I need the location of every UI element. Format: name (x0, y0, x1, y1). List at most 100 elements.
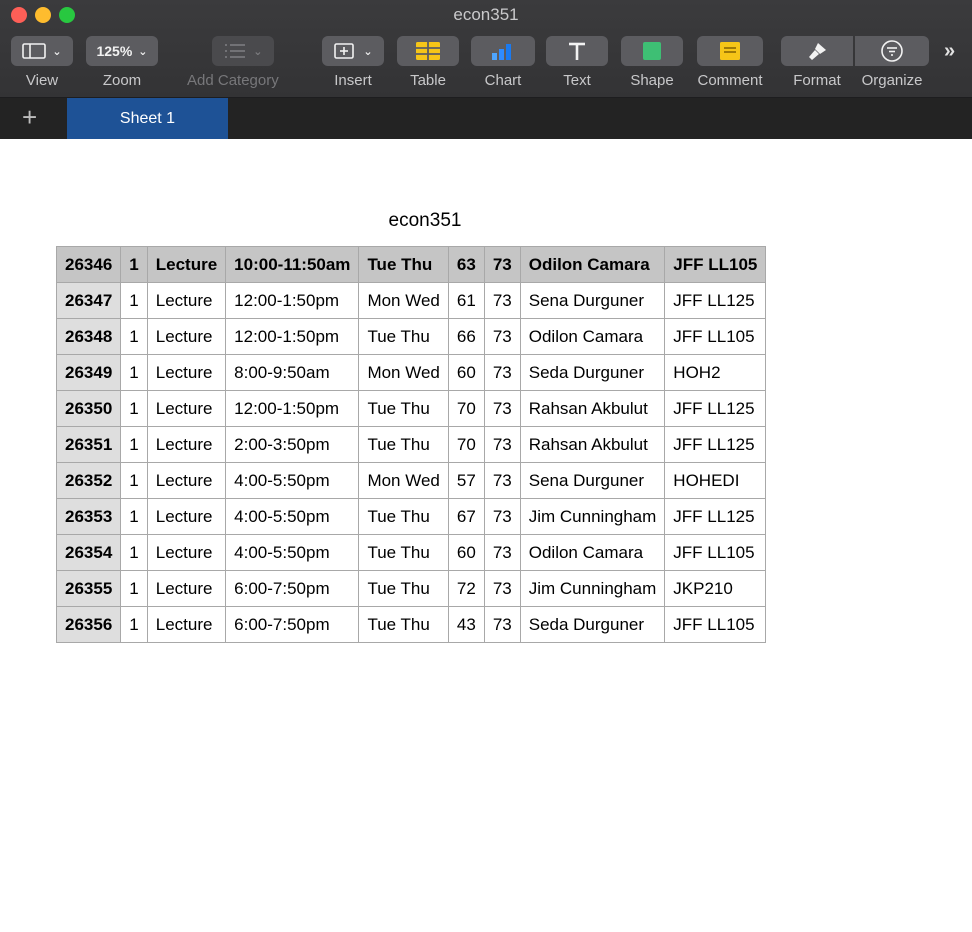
table-row[interactable]: 26354 1 Lecture 4:00-5:50pm Tue Thu 60 73 Odilo… (55, 534, 767, 571)
table-cell[interactable]: 26356 (55, 606, 122, 643)
table-cell[interactable]: 70 (447, 426, 485, 463)
table-cell[interactable]: 73 (483, 426, 521, 463)
table-cell[interactable]: Tue Thu (358, 246, 449, 283)
table-row[interactable]: 26353 1 Lecture 4:00-5:50pm Tue Thu 67 73 Jim C… (55, 498, 767, 535)
table-cell[interactable]: Tue Thu (358, 390, 449, 427)
table-cell[interactable]: Lecture (146, 570, 227, 607)
table-cell[interactable]: 26353 (55, 498, 122, 535)
table-cell[interactable]: 4:00-5:50pm (225, 498, 360, 535)
table-cell[interactable]: Rahsan Akbulut (519, 426, 666, 463)
table-cell[interactable]: 73 (483, 498, 521, 535)
table-cell[interactable]: Odilon Camara (519, 318, 666, 355)
table-cell[interactable]: Lecture (146, 498, 227, 535)
table-cell[interactable]: 57 (447, 462, 485, 499)
table-cell[interactable]: 43 (447, 606, 485, 643)
table-cell[interactable]: 72 (447, 570, 485, 607)
table-cell[interactable]: JFF LL125 (664, 282, 767, 319)
table-cell[interactable]: 1 (120, 462, 148, 499)
table-cell[interactable]: Lecture (146, 606, 227, 643)
format-tool[interactable]: Format (781, 36, 853, 89)
table-cell[interactable]: Odilon Camara (519, 246, 666, 283)
table-row[interactable]: 26347 1 Lecture 12:00-1:50pm Mon Wed 61 73 Sena… (55, 282, 767, 319)
toolbar-overflow-button[interactable]: » (944, 40, 955, 63)
table-cell[interactable]: 73 (483, 462, 521, 499)
tab-sheet-1[interactable]: Sheet 1 (67, 98, 228, 139)
table-cell[interactable]: 26355 (55, 570, 122, 607)
table-cell[interactable]: 26347 (55, 282, 122, 319)
table-cell[interactable]: Jim Cunningham (519, 498, 666, 535)
comment-button[interactable] (697, 36, 763, 66)
table-cell[interactable]: 73 (483, 354, 521, 391)
table-cell[interactable]: 6:00-7:50pm (225, 606, 360, 643)
table-cell[interactable]: Lecture (146, 534, 227, 571)
table-cell[interactable]: 26352 (55, 462, 122, 499)
course-table[interactable]: 26346 1 Lecture 10:00-11:50am Tue Thu 63… (55, 246, 767, 643)
zoom-tool[interactable]: 125% ⌄ Zoom (86, 36, 158, 89)
table-cell[interactable]: 1 (120, 426, 148, 463)
table-cell[interactable]: 73 (483, 246, 521, 283)
table-cell[interactable]: 73 (483, 534, 521, 571)
table-button[interactable] (397, 36, 459, 66)
table-row[interactable]: 26352 1 Lecture 4:00-5:50pm Mon Wed 57 73 Sena … (55, 462, 767, 499)
table-cell[interactable]: 70 (447, 390, 485, 427)
table-row[interactable]: 26348 1 Lecture 12:00-1:50pm Tue Thu 66 73 Odil… (55, 318, 767, 355)
format-button[interactable] (781, 36, 853, 66)
table-cell[interactable]: 61 (447, 282, 485, 319)
table-cell[interactable]: Tue Thu (358, 534, 449, 571)
table-tool[interactable]: Table (397, 36, 459, 89)
table-cell[interactable]: 63 (447, 246, 485, 283)
add-category-tool[interactable]: ⌄ Add Category (187, 36, 279, 89)
table-cell[interactable]: Lecture (146, 390, 227, 427)
table-cell[interactable]: 73 (483, 390, 521, 427)
table-cell[interactable]: 1 (120, 390, 148, 427)
table-title[interactable]: econ351 (0, 210, 850, 232)
table-cell[interactable]: 26351 (55, 426, 122, 463)
table-cell[interactable]: Lecture (146, 354, 227, 391)
table-cell[interactable]: 12:00-1:50pm (225, 318, 360, 355)
view-button[interactable]: ⌄ (11, 36, 73, 66)
table-cell[interactable]: 73 (483, 318, 521, 355)
table-cell[interactable]: 26350 (55, 390, 122, 427)
table-cell[interactable]: 26346 (55, 246, 122, 283)
add-category-button[interactable]: ⌄ (211, 36, 274, 66)
table-cell[interactable]: JKP210 (664, 570, 767, 607)
table-cell[interactable]: 26354 (55, 534, 122, 571)
table-cell[interactable]: 4:00-5:50pm (225, 534, 360, 571)
table-row[interactable]: 26351 1 Lecture 2:00-3:50pm Tue Thu 70 73 Rahsa… (55, 426, 767, 463)
chart-button[interactable] (471, 36, 535, 66)
table-cell[interactable]: 26348 (55, 318, 122, 355)
table-cell[interactable]: JFF LL125 (664, 426, 767, 463)
zoom-button[interactable]: 125% ⌄ (86, 36, 158, 66)
organize-button[interactable] (855, 36, 929, 66)
table-cell[interactable]: Tue Thu (358, 606, 449, 643)
table-cell[interactable]: JFF LL105 (664, 246, 767, 283)
shape-button[interactable] (621, 36, 683, 66)
table-cell[interactable]: 1 (120, 318, 148, 355)
table-cell[interactable]: Lecture (146, 462, 227, 499)
table-cell[interactable]: 12:00-1:50pm (225, 282, 360, 319)
table-cell[interactable]: Seda Durguner (519, 606, 666, 643)
table-row[interactable]: 26355 1 Lecture 6:00-7:50pm Tue Thu 72 73 Jim C… (55, 570, 767, 607)
table-cell[interactable]: JFF LL125 (664, 498, 767, 535)
table-cell[interactable]: JFF LL105 (664, 534, 767, 571)
table-row[interactable]: 26350 1 Lecture 12:00-1:50pm Tue Thu 70 73 Rahs… (55, 390, 767, 427)
table-cell[interactable]: Lecture (146, 318, 227, 355)
table-cell[interactable]: 60 (447, 354, 485, 391)
table-cell[interactable]: 1 (120, 498, 148, 535)
table-cell[interactable]: 66 (447, 318, 485, 355)
table-cell[interactable]: HOH2 (664, 354, 767, 391)
table-cell[interactable]: HOHEDI (664, 462, 767, 499)
table-cell[interactable]: 8:00-9:50am (225, 354, 360, 391)
table-cell[interactable]: Tue Thu (358, 570, 449, 607)
table-cell[interactable]: JFF LL125 (664, 390, 767, 427)
table-cell[interactable]: Lecture (146, 246, 227, 283)
table-cell[interactable]: 10:00-11:50am (225, 246, 360, 283)
table-cell[interactable]: 67 (447, 498, 485, 535)
table-cell[interactable]: 73 (483, 570, 521, 607)
table-cell[interactable]: 1 (120, 534, 148, 571)
table-cell[interactable]: 1 (120, 570, 148, 607)
table-row[interactable]: 26356 1 Lecture 6:00-7:50pm Tue Thu 43 73 Seda … (55, 606, 767, 643)
chart-tool[interactable]: Chart (471, 36, 535, 89)
table-cell[interactable]: Lecture (146, 282, 227, 319)
table-cell[interactable]: Mon Wed (358, 282, 449, 319)
